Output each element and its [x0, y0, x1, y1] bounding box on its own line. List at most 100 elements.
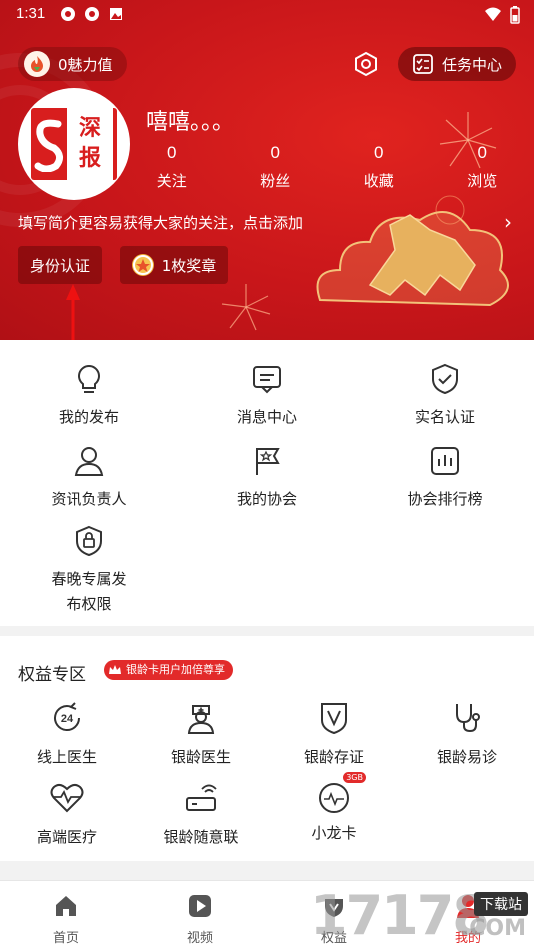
router-icon — [186, 784, 217, 811]
data-badge: 3GB — [343, 772, 366, 783]
bottom-nav: 首页 视频 权益 我的 — [0, 880, 534, 950]
message-icon — [253, 366, 281, 394]
charm-value-label: 0魅力值 — [58, 55, 113, 74]
logo-text-bao: 报 — [78, 146, 101, 171]
task-center-button[interactable]: 任务中心 — [398, 47, 516, 81]
stat-follow[interactable]: 0 关注 — [120, 142, 224, 191]
rights-title: 权益专区 — [18, 665, 86, 685]
rights-silver-doctor[interactable]: 银龄医生 — [134, 700, 268, 767]
firework-decoration-small — [221, 284, 271, 331]
user-icon — [457, 895, 479, 918]
app-notification-icon — [60, 6, 76, 22]
shield-check-icon — [432, 363, 458, 395]
nav-mine[interactable]: 我的 — [428, 893, 508, 946]
rights-online-doctor[interactable]: 24 线上医生 — [0, 700, 134, 767]
logo-text-shen: 深 — [78, 116, 101, 141]
stat-value: 0 — [477, 143, 487, 162]
service-news-owner[interactable]: 资讯负责人 — [0, 444, 178, 509]
stat-value: 0 — [374, 143, 384, 162]
stat-favorites[interactable]: 0 收藏 — [327, 142, 431, 191]
rights-label: 银龄易诊 — [436, 748, 497, 766]
rights-label: 银龄医生 — [170, 748, 231, 766]
nav-home[interactable]: 首页 — [26, 893, 106, 946]
home-icon — [56, 896, 76, 916]
rights-tag-label: 银龄卡用户加倍尊享 — [126, 663, 225, 676]
avatar[interactable]: 深 报 — [18, 88, 130, 200]
stat-label: 浏览 — [467, 172, 498, 190]
sim-card-icon — [319, 783, 349, 813]
rights-premium-medical[interactable]: 高端医疗 — [0, 780, 134, 847]
nav-label: 首页 — [52, 931, 79, 946]
status-time: 1:31 — [16, 5, 46, 22]
golden-horse-decoration — [316, 195, 509, 307]
stat-label: 关注 — [156, 172, 187, 190]
settings-button[interactable] — [352, 50, 380, 78]
service-label-line1: 春晚专属发 — [51, 570, 127, 588]
rights-silver-certificate[interactable]: 银龄存证 — [267, 700, 401, 767]
medal-icon — [131, 254, 154, 276]
flame-icon — [24, 51, 50, 77]
nav-label: 视频 — [186, 931, 213, 946]
stat-label: 收藏 — [363, 172, 394, 190]
app-notification-icon — [84, 6, 100, 22]
charm-value-button[interactable]: 0魅力值 — [18, 47, 127, 81]
flag-star-icon — [256, 448, 280, 475]
nav-video[interactable]: 视频 — [160, 893, 240, 946]
sim-card-icon-wrap: 3GB — [316, 772, 366, 816]
status-bar: 1:31 — [0, 0, 534, 28]
service-label: 协会排行榜 — [407, 490, 483, 508]
svg-text:24: 24 — [61, 713, 74, 725]
service-real-name-auth[interactable]: 实名认证 — [356, 362, 534, 427]
nav-rights[interactable]: 权益 — [294, 893, 374, 946]
service-label: 消息中心 — [236, 408, 297, 426]
service-label: 我的发布 — [58, 408, 119, 426]
stat-fans[interactable]: 0 粉丝 — [224, 142, 328, 191]
nav-label: 权益 — [320, 931, 347, 946]
shield-lock-icon — [76, 525, 102, 557]
service-label-line2: 布权限 — [66, 595, 112, 613]
service-label: 资讯负责人 — [51, 490, 127, 508]
rights-silver-connect[interactable]: 银龄随意联 — [134, 780, 268, 847]
task-center-label: 任务中心 — [442, 55, 503, 74]
rights-label: 线上医生 — [36, 748, 97, 766]
lightbulb-icon — [78, 364, 100, 393]
nav-label: 我的 — [454, 931, 481, 946]
rights-silver-diagnosis[interactable]: 银龄易诊 — [400, 700, 534, 767]
certificate-shield-icon — [321, 703, 347, 735]
intro-prompt[interactable]: 填写简介更容易获得大家的关注，点击添加 — [18, 212, 303, 233]
service-label: 我的协会 — [236, 490, 297, 508]
stat-views[interactable]: 0 浏览 — [431, 142, 534, 191]
settings-hexagon-icon — [355, 51, 377, 77]
stat-label: 粉丝 — [260, 172, 291, 190]
gift-icon — [325, 899, 343, 917]
stats-row: 0 关注 0 粉丝 0 收藏 0 浏览 — [120, 142, 534, 191]
service-my-posts[interactable]: 我的发布 — [0, 362, 178, 427]
stat-value: 0 — [270, 143, 280, 162]
s-logo-mark — [31, 108, 67, 180]
battery-icon — [510, 6, 520, 28]
service-label: 实名认证 — [414, 408, 475, 426]
service-my-association[interactable]: 我的协会 — [178, 444, 356, 509]
rights-xiaolong-card[interactable]: 3GB 小龙卡 — [267, 772, 401, 843]
image-notification-icon — [108, 6, 124, 22]
service-message-center[interactable]: 消息中心 — [178, 362, 356, 427]
rights-label: 银龄存证 — [303, 748, 364, 766]
medal-label: 1枚奖章 — [161, 256, 217, 275]
id-verify-button[interactable]: 身份认证 — [18, 246, 102, 284]
services-card: 我的发布 消息中心 实名认证 资讯负责人 我的协会 协会排行榜 春晚专属发 布权… — [0, 340, 534, 626]
rights-label: 高端医疗 — [36, 828, 97, 846]
shenbao-logo: 深 报 — [31, 108, 117, 180]
wifi-icon — [484, 6, 502, 28]
rights-tag: 银龄卡用户加倍尊享 — [104, 660, 233, 680]
crown-icon — [109, 665, 121, 674]
rights-label: 银龄随意联 — [163, 828, 239, 846]
24h-icon: 24 — [54, 702, 80, 732]
medal-button[interactable]: 1枚奖章 — [120, 246, 228, 284]
checklist-icon — [413, 54, 433, 74]
service-association-ranking[interactable]: 协会排行榜 — [356, 444, 534, 509]
chevron-right-icon[interactable]: › — [504, 210, 512, 234]
heart-pulse-icon — [50, 783, 84, 813]
rights-label: 小龙卡 — [311, 824, 357, 842]
service-gala-permission[interactable]: 春晚专属发 布权限 — [0, 524, 178, 614]
person-icon — [74, 447, 104, 476]
